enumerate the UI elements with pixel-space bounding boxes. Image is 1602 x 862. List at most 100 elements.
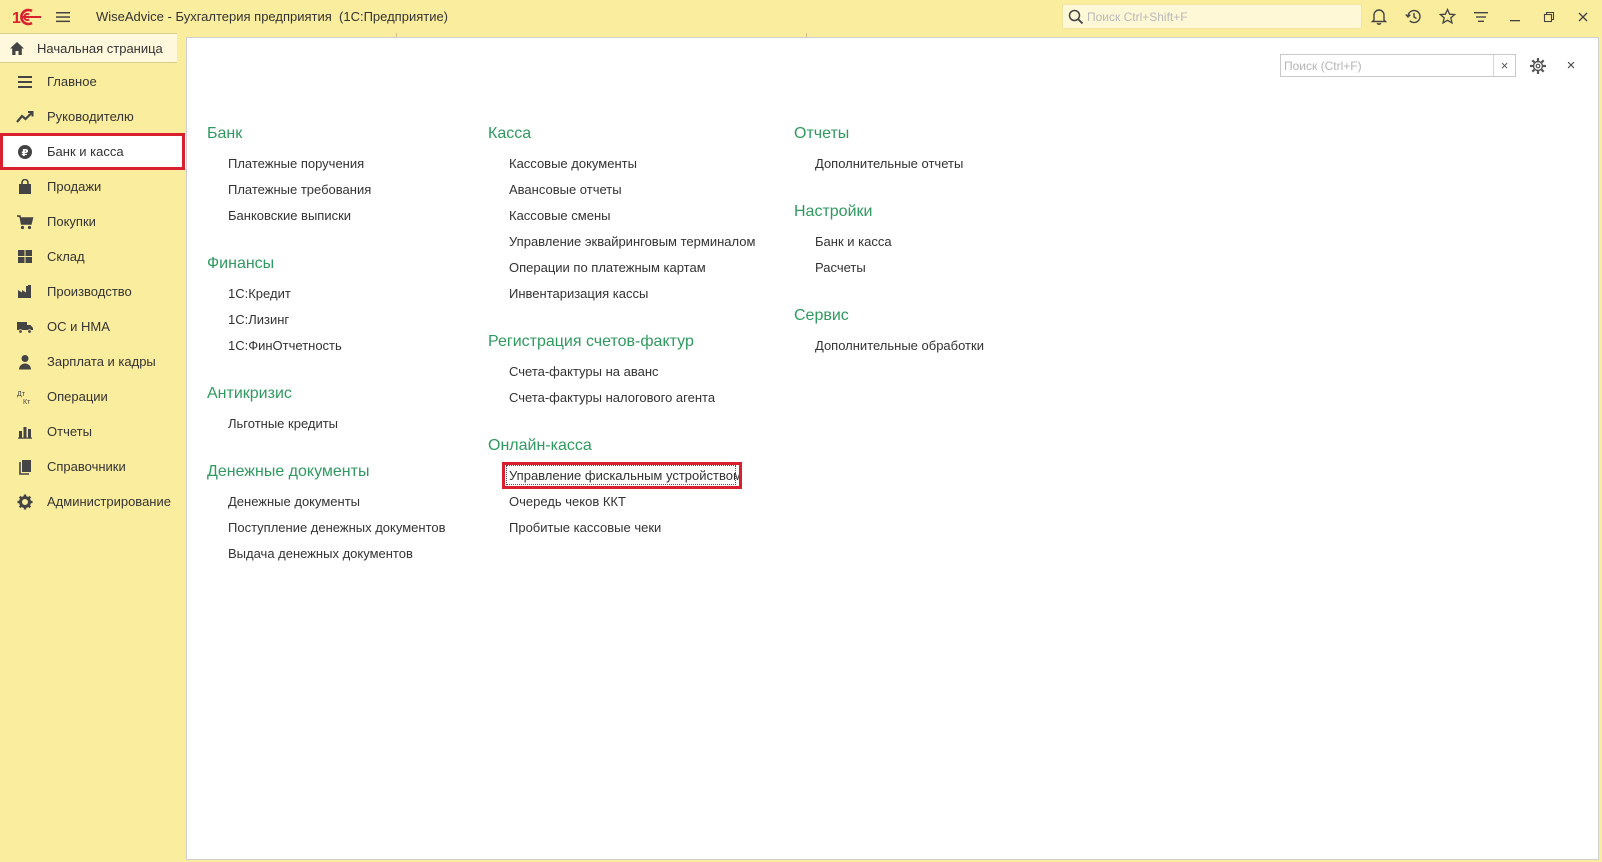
warehouse-icon	[15, 247, 35, 267]
close-window-icon[interactable]	[1566, 0, 1600, 33]
dt-kt-icon: Дт Кт	[15, 387, 35, 407]
bell-icon[interactable]	[1362, 0, 1396, 33]
link-payment-orders[interactable]: Платежные поручения	[228, 156, 364, 171]
section-title-anticrisis: Антикризис	[207, 385, 292, 402]
link-settings-bank-cash[interactable]: Банк и касса	[815, 234, 892, 249]
home-icon	[9, 41, 29, 56]
section-title-service: Сервис	[794, 307, 849, 324]
sidebar-item-label: Зарплата и кадры	[47, 354, 156, 369]
favorites-star-icon[interactable]	[1430, 0, 1464, 33]
link-additional-processing[interactable]: Дополнительные обработки	[815, 338, 984, 353]
sidebar-item-payroll[interactable]: Зарплата и кадры	[0, 344, 186, 379]
sidebar-item-label: Руководителю	[47, 109, 134, 124]
link-additional-reports[interactable]: Дополнительные отчеты	[815, 156, 963, 171]
section-title-reports: Отчеты	[794, 125, 850, 142]
link-printed-receipts[interactable]: Пробитые кассовые чеки	[509, 520, 661, 535]
panel-search[interactable]: ×	[1280, 54, 1516, 77]
sidebar-item-label: Склад	[47, 249, 85, 264]
link-kkt-receipt-queue[interactable]: Очередь чеков ККТ	[509, 494, 626, 509]
global-search[interactable]	[1062, 4, 1362, 29]
sidebar-item-main[interactable]: Главное	[0, 64, 186, 99]
function-menu-icon[interactable]	[1464, 0, 1498, 33]
global-search-input[interactable]	[1087, 9, 1357, 24]
svg-text:1: 1	[12, 10, 21, 26]
sidebar-item-operations[interactable]: Дт Кт Операции	[0, 379, 186, 414]
link-1c-finreporting[interactable]: 1С:ФинОтчетность	[228, 338, 342, 353]
ruble-coin-icon: ₽	[15, 142, 35, 162]
1c-logo-icon[interactable]: 1	[10, 0, 44, 33]
truck-icon	[15, 317, 35, 337]
sidebar-item-label: Банк и касса	[47, 144, 124, 159]
restore-icon[interactable]	[1532, 0, 1566, 33]
link-advance-reports[interactable]: Авансовые отчеты	[509, 182, 622, 197]
sidebar-item-catalogs[interactable]: Справочники	[0, 449, 186, 484]
svg-text:₽: ₽	[22, 148, 29, 159]
section-title-finance: Финансы	[207, 255, 275, 272]
link-payment-requests[interactable]: Платежные требования	[228, 182, 371, 197]
sidebar-item-label: Справочники	[47, 459, 126, 474]
link-fiscal-device-management[interactable]: Управление фискальным устройством	[509, 468, 742, 483]
title-bar: 1 WiseAdvice - Бухгалтерия предприятия (…	[0, 0, 1602, 33]
sidebar-item-label: Операции	[47, 389, 108, 404]
settings-gear-icon[interactable]	[1526, 54, 1550, 78]
sidebar-item-label: Покупки	[47, 214, 96, 229]
tab-home-label: Начальная страница	[37, 40, 163, 56]
sidebar-item-label: Продажи	[47, 179, 102, 194]
link-money-documents[interactable]: Денежные документы	[228, 494, 360, 509]
trend-icon	[15, 107, 35, 127]
sidebar-item-bank-cash[interactable]: ₽ Банк и касса	[0, 134, 186, 169]
link-cash-shifts[interactable]: Кассовые смены	[509, 208, 610, 223]
sidebar-item-reports[interactable]: Отчеты	[0, 414, 186, 449]
sidebar-item-warehouse[interactable]: Склад	[0, 239, 186, 274]
sections-sidebar: Главное Руководителю ₽ Банк и касса Прод…	[0, 64, 186, 862]
link-cash-documents[interactable]: Кассовые документы	[509, 156, 637, 171]
tab-home[interactable]: Начальная страница	[0, 33, 177, 63]
shopping-bag-icon	[15, 177, 35, 197]
sidebar-item-purchases[interactable]: Покупки	[0, 204, 186, 239]
person-icon	[15, 352, 35, 372]
sidebar-item-label: Главное	[47, 74, 97, 89]
main-menu-icon[interactable]	[48, 0, 78, 33]
close-panel-icon[interactable]: ×	[1560, 54, 1582, 76]
link-card-operations[interactable]: Операции по платежным картам	[509, 260, 706, 275]
sidebar-item-administration[interactable]: Администрирование	[0, 484, 186, 519]
sidebar-item-label: Администрирование	[47, 494, 171, 509]
section-title-money-documents: Денежные документы	[207, 463, 370, 480]
books-icon	[15, 457, 35, 477]
link-1c-leasing[interactable]: 1С:Лизинг	[228, 312, 289, 327]
link-acquiring-terminal[interactable]: Управление эквайринговым терминалом	[509, 234, 755, 249]
panel-search-input[interactable]	[1281, 58, 1493, 73]
link-settings-settlements[interactable]: Расчеты	[815, 260, 866, 275]
search-icon	[1065, 6, 1087, 28]
section-title-bank: Банк	[207, 125, 243, 142]
clear-search-icon[interactable]: ×	[1493, 55, 1515, 76]
sidebar-item-production[interactable]: Производство	[0, 274, 186, 309]
link-bank-statements[interactable]: Банковские выписки	[228, 208, 351, 223]
section-title-cash: Касса	[488, 125, 532, 142]
function-panel: × × Банк Платежные поручения Платежные т…	[186, 37, 1599, 860]
link-cash-inventory[interactable]: Инвентаризация кассы	[509, 286, 648, 301]
sidebar-item-label: ОС и НМА	[47, 319, 110, 334]
main-menu-icon	[15, 72, 35, 92]
minimize-icon[interactable]	[1498, 0, 1532, 33]
cart-icon	[15, 212, 35, 232]
sidebar-item-manager[interactable]: Руководителю	[0, 99, 186, 134]
section-title-settings: Настройки	[794, 203, 873, 220]
sidebar-item-label: Отчеты	[47, 424, 92, 439]
sidebar-item-sales[interactable]: Продажи	[0, 169, 186, 204]
svg-text:Кт: Кт	[23, 399, 31, 405]
link-advance-invoices[interactable]: Счета-фактуры на аванс	[509, 364, 659, 379]
link-money-documents-issue[interactable]: Выдача денежных документов	[228, 546, 413, 561]
link-money-documents-receipt[interactable]: Поступление денежных документов	[228, 520, 446, 535]
link-1c-credit[interactable]: 1С:Кредит	[228, 286, 291, 301]
history-icon[interactable]	[1396, 0, 1430, 33]
bar-chart-icon	[15, 422, 35, 442]
gear-icon	[15, 492, 35, 512]
link-tax-agent-invoices[interactable]: Счета-фактуры налогового агента	[509, 390, 715, 405]
section-title-invoice-registration: Регистрация счетов-фактур	[488, 333, 694, 350]
tab-strip	[177, 33, 1602, 37]
sidebar-item-fixed-assets[interactable]: ОС и НМА	[0, 309, 186, 344]
link-preferential-loans[interactable]: Льготные кредиты	[228, 416, 338, 431]
title-bar-tools	[1362, 0, 1600, 33]
section-title-online-cash: Онлайн-касса	[488, 437, 592, 454]
